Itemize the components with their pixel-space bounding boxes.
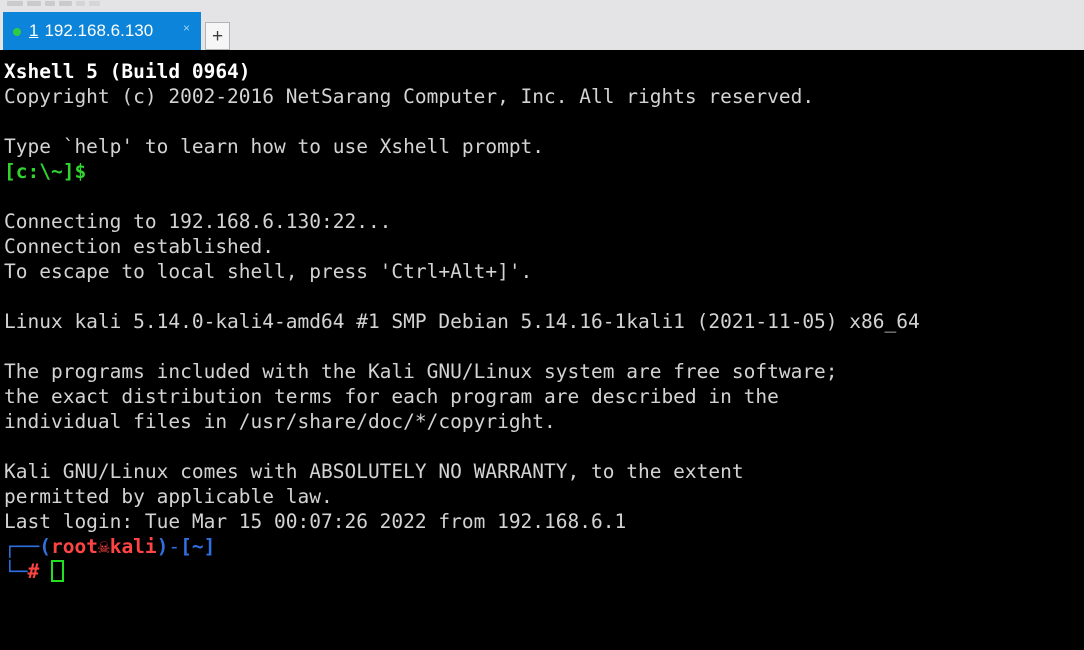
prompt-user: root (50, 535, 98, 558)
toolbar-icon-ghost (27, 1, 41, 6)
prompt-paren-open: ( (39, 535, 51, 558)
skull-icon: ☠ (97, 535, 110, 558)
xshell-window: 1 192.168.6.130 × + Xshell 5 (Build 0964… (0, 0, 1084, 650)
terminal-cursor[interactable] (51, 560, 65, 582)
toolbar-icon-ghost (45, 1, 55, 6)
close-icon[interactable]: × (183, 22, 190, 34)
toolbar-icon-ghost (7, 1, 23, 6)
shell-prompt-line-1: ┌──(root☠kali)-[~] (4, 534, 1084, 559)
terminal-line-last-login: Last login: Tue Mar 15 00:07:26 2022 fro… (4, 510, 627, 533)
terminal-line: individual files in /usr/share/doc/*/cop… (4, 410, 556, 433)
connected-dot-icon (13, 27, 21, 36)
prompt-paren-close: ) (156, 535, 169, 558)
terminal-output[interactable]: Xshell 5 (Build 0964) Copyright (c) 2002… (0, 50, 1084, 650)
terminal-line: Connecting to 192.168.6.130:22... (4, 210, 392, 233)
toolbar-sliver (0, 0, 1084, 9)
terminal-line-local-prompt: [c:\~]$ (4, 160, 87, 183)
shell-prompt-line-2: └─# (4, 559, 1084, 584)
prompt-cwd: ~ (191, 535, 204, 558)
toolbar-icon-ghost (76, 1, 85, 6)
tab-bar: 1 192.168.6.130 × + (0, 9, 1084, 50)
box-drawing-corner-icon: ┌── (4, 535, 40, 558)
tab-session-192-168-6-130[interactable]: 1 192.168.6.130 × (3, 12, 201, 50)
terminal-line: Type `help' to learn how to use Xshell p… (4, 135, 545, 158)
terminal-line: Linux kali 5.14.0-kali4-amd64 #1 SMP Deb… (4, 310, 920, 333)
terminal-line: Kali GNU/Linux comes with ABSOLUTELY NO … (4, 460, 744, 483)
terminal-line: To escape to local shell, press 'Ctrl+Al… (4, 260, 533, 283)
tab-title-label: 192.168.6.130 (44, 21, 154, 40)
box-drawing-elbow-icon: └─ (4, 560, 28, 583)
terminal-line: Connection established. (4, 235, 275, 258)
terminal-line: The programs included with the Kali GNU/… (4, 360, 838, 383)
prompt-host: kali (109, 535, 157, 558)
terminal-line: the exact distribution terms for each pr… (4, 385, 779, 408)
prompt-bracket-open: [ (180, 535, 192, 558)
toolbar-icon-ghost (59, 1, 72, 6)
new-tab-button[interactable]: + (205, 22, 230, 50)
toolbar-icon-ghost (89, 1, 100, 6)
terminal-line: permitted by applicable law. (4, 485, 333, 508)
tab-index-label: 1 (29, 21, 39, 40)
terminal-line: Xshell 5 (Build 0964) (4, 60, 251, 83)
prompt-sigil: # (27, 560, 40, 583)
terminal-line: Copyright (c) 2002-2016 NetSarang Comput… (4, 85, 815, 108)
shell-prompt: ┌──(root☠kali)-[~] └─# (4, 534, 1084, 584)
prompt-bracket-close: ] (203, 535, 216, 558)
prompt-dash: - (168, 535, 181, 558)
